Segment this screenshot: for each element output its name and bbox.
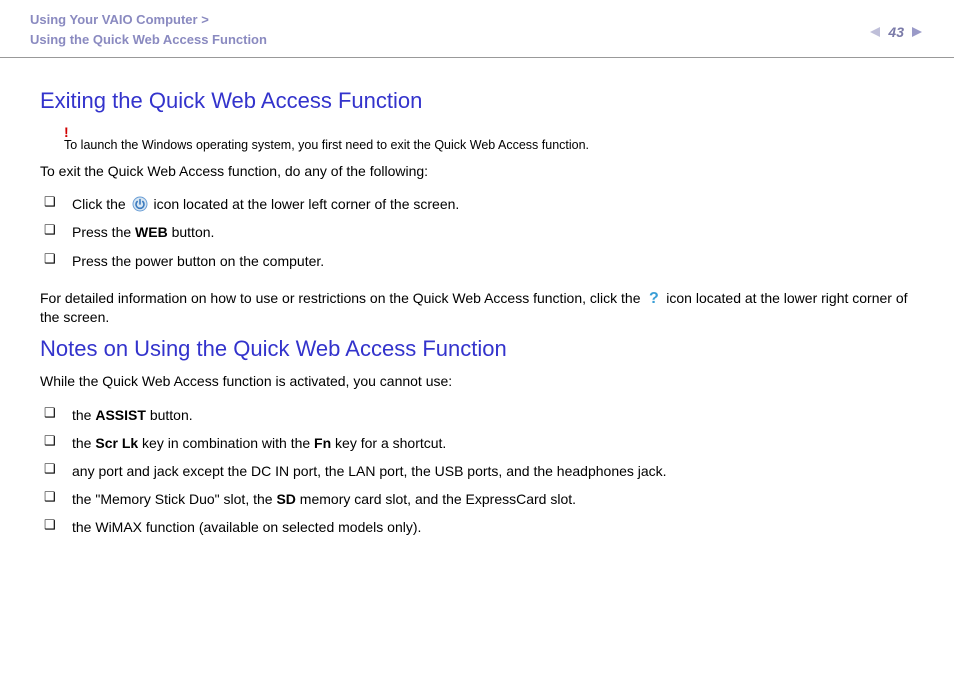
page-number: 43	[888, 24, 904, 40]
page-content: Exiting the Quick Web Access Function ! …	[0, 58, 954, 575]
text-fragment: key in combination with the	[138, 435, 314, 451]
text-fragment: memory card slot, and the ExpressCard sl…	[296, 491, 576, 507]
text-fragment: button.	[146, 407, 193, 423]
breadcrumb-level-2[interactable]: Using the Quick Web Access Function	[30, 32, 267, 47]
fn-key-label: Fn	[314, 435, 331, 451]
text-fragment: the	[72, 407, 95, 423]
sd-label: SD	[276, 491, 295, 507]
power-icon	[132, 196, 148, 212]
text-fragment: Press the	[72, 224, 135, 240]
section-heading-notes: Notes on Using the Quick Web Access Func…	[40, 336, 914, 362]
page-navigation: 43	[868, 10, 924, 40]
exit-options-list: Click the icon located at the lower left…	[40, 190, 914, 275]
list-item: any port and jack except the DC IN port,…	[44, 457, 914, 485]
restrictions-list: the ASSIST button. the Scr Lk key in com…	[40, 401, 914, 542]
warning-note: ! To launch the Windows operating system…	[64, 124, 914, 152]
warning-text: To launch the Windows operating system, …	[64, 138, 914, 152]
list-item: the "Memory Stick Duo" slot, the SD memo…	[44, 485, 914, 513]
detail-info-text: For detailed information on how to use o…	[40, 289, 914, 326]
list-item: Press the WEB button.	[44, 218, 914, 246]
text-fragment: For detailed information on how to use o…	[40, 290, 644, 306]
prev-page-icon[interactable]	[868, 25, 882, 39]
list-item: the WiMAX function (available on selecte…	[44, 513, 914, 541]
svg-text:?: ?	[649, 290, 659, 307]
text-fragment: icon located at the lower left corner of…	[153, 196, 459, 212]
next-page-icon[interactable]	[910, 25, 924, 39]
breadcrumb: Using Your VAIO Computer > Using the Qui…	[30, 10, 267, 49]
notes-intro-text: While the Quick Web Access function is a…	[40, 372, 914, 390]
web-button-label: WEB	[135, 224, 168, 240]
breadcrumb-level-1[interactable]: Using Your VAIO Computer	[30, 12, 198, 27]
list-item: Press the power button on the computer.	[44, 247, 914, 275]
page-header: Using Your VAIO Computer > Using the Qui…	[0, 0, 954, 58]
list-item: Click the icon located at the lower left…	[44, 190, 914, 218]
breadcrumb-separator: >	[201, 12, 209, 27]
help-icon: ?	[646, 289, 660, 307]
assist-button-label: ASSIST	[95, 407, 146, 423]
list-item: the ASSIST button.	[44, 401, 914, 429]
scrlk-key-label: Scr Lk	[95, 435, 138, 451]
text-fragment: the "Memory Stick Duo" slot, the	[72, 491, 276, 507]
text-fragment: button.	[168, 224, 215, 240]
text-fragment: the	[72, 435, 95, 451]
exit-intro-text: To exit the Quick Web Access function, d…	[40, 162, 914, 180]
text-fragment: Click the	[72, 196, 130, 212]
section-heading-exiting: Exiting the Quick Web Access Function	[40, 88, 914, 114]
text-fragment: key for a shortcut.	[331, 435, 446, 451]
list-item: the Scr Lk key in combination with the F…	[44, 429, 914, 457]
